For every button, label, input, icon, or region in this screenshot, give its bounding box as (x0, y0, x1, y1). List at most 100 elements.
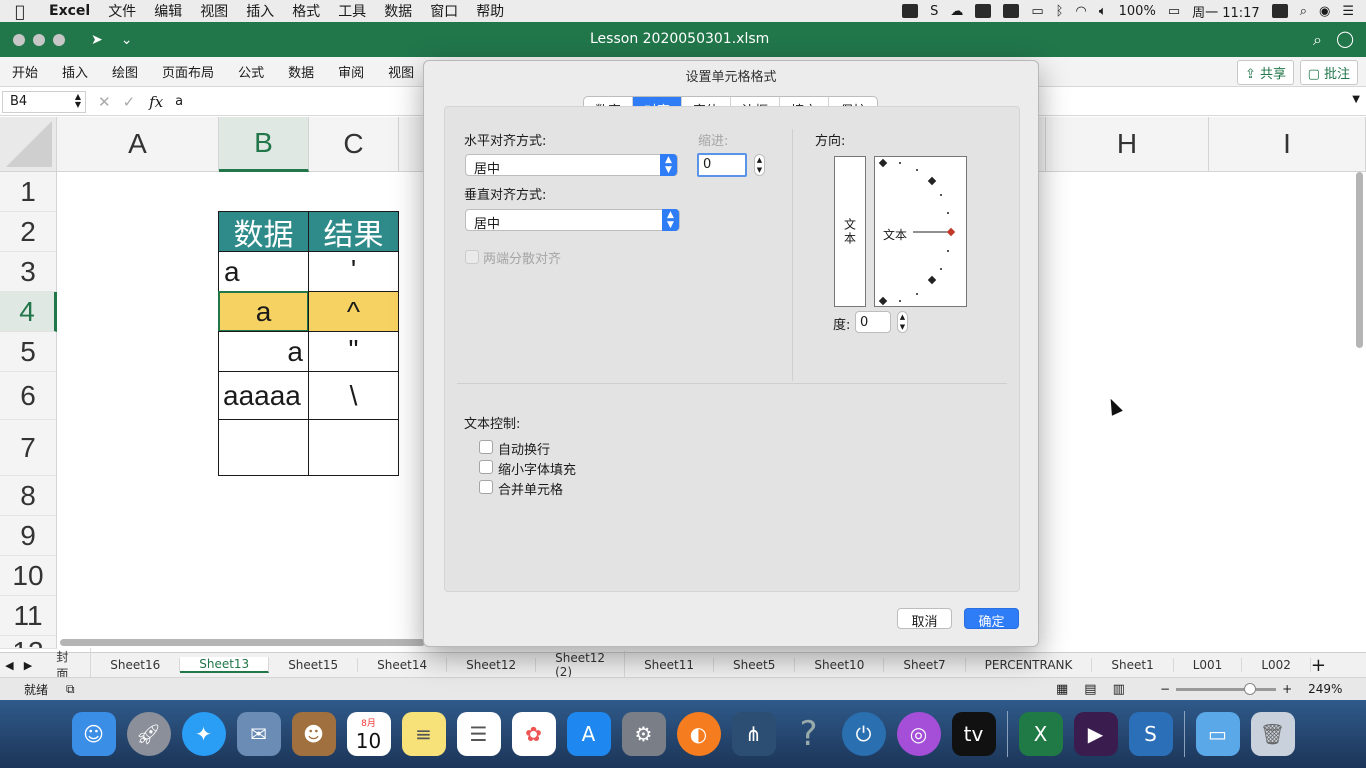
mail-icon[interactable]: ✉ (236, 712, 281, 756)
vertical-scrollbar[interactable] (1356, 172, 1363, 348)
row-header-1[interactable]: 1 (0, 172, 57, 212)
menu-app-name[interactable]: Excel (40, 3, 99, 19)
contacts-icon[interactable]: ☻ (291, 712, 336, 756)
tab-home[interactable]: 开始 (0, 62, 50, 81)
customize-toolbar-icon[interactable]: ⌄ (121, 32, 133, 48)
tab-draw[interactable]: 绘图 (100, 62, 150, 81)
notes-icon[interactable]: ≡ (401, 712, 446, 756)
column-header-h[interactable]: H (1046, 117, 1209, 172)
page-break-view-icon[interactable]: ▥ (1113, 682, 1125, 697)
cell-c5[interactable]: " (308, 331, 399, 372)
sheet-tab[interactable]: Sheet14 (358, 658, 448, 672)
page-layout-view-icon[interactable]: ▤ (1084, 682, 1096, 697)
cloud-icon[interactable]: ☁ (950, 4, 963, 19)
bluetooth-icon[interactable]: ᛒ (1056, 4, 1064, 19)
apple-tv-icon[interactable]: tv (951, 712, 996, 756)
tab-formulas[interactable]: 公式 (226, 62, 276, 81)
zoom-out-icon[interactable]: − (1160, 682, 1170, 696)
sheet-tab[interactable]: Sheet15 (269, 658, 359, 672)
cell-b6[interactable]: aaaaa (218, 371, 309, 420)
calendar-icon[interactable]: 8月 10 (346, 712, 391, 756)
sheet-tab[interactable]: L001 (1174, 658, 1243, 672)
trash-icon[interactable]: 🗑︎ (1250, 712, 1295, 756)
snagit-status-icon[interactable]: S (930, 4, 938, 19)
menu-format[interactable]: 格式 (283, 1, 329, 21)
sheet-tab[interactable]: Sheet5 (714, 658, 796, 672)
menu-view[interactable]: 视图 (191, 1, 237, 21)
add-sheet-icon[interactable]: + (1311, 655, 1326, 676)
cell-c3[interactable]: ' (308, 251, 399, 292)
search-icon[interactable]: ⌕ (1313, 30, 1322, 50)
tab-page-layout[interactable]: 页面布局 (150, 62, 226, 81)
tab-view[interactable]: 视图 (376, 62, 426, 81)
row-header-2[interactable]: 2 (0, 212, 57, 252)
airplay-icon[interactable]: ▭ (1031, 4, 1043, 19)
sheet-tab[interactable]: Sheet7 (884, 658, 966, 672)
menu-edit[interactable]: 编辑 (145, 1, 191, 21)
sheet-tab[interactable]: Sheet12 (2) (536, 651, 626, 679)
orientation-dial[interactable]: 文本 (874, 156, 967, 307)
column-header-b[interactable]: B (219, 117, 309, 172)
menu-window[interactable]: 窗口 (421, 1, 467, 21)
status-app-icon[interactable] (902, 4, 919, 18)
vertical-text-orientation-button[interactable]: 文本 (834, 156, 866, 307)
help-icon[interactable]: ? (787, 712, 831, 756)
zoom-window-button[interactable] (53, 33, 65, 46)
cell-b4-selected[interactable]: a (218, 291, 309, 332)
column-header-i[interactable]: I (1209, 117, 1366, 172)
expand-formula-bar-icon[interactable]: ▼ (1352, 94, 1360, 105)
cell-c7[interactable] (308, 419, 399, 476)
indent-stepper[interactable]: ▲ ▼ (754, 154, 765, 176)
snagit-icon[interactable]: S (1128, 712, 1173, 756)
name-box-stepper-icon[interactable]: ▲ ▼ (75, 92, 81, 109)
degrees-stepper[interactable]: ▲ ▼ (897, 311, 908, 333)
prev-sheet-icon[interactable]: ◀ (5, 659, 13, 672)
ok-button[interactable]: 确定 (964, 608, 1019, 630)
indent-input[interactable]: 0 (697, 153, 747, 177)
cell-c2-header[interactable]: 结果 (308, 211, 399, 252)
vertical-align-select[interactable]: 居中 ▲ ▼ (465, 209, 680, 232)
time-machine-icon[interactable]: ⏻ (841, 712, 886, 756)
status-s-icon[interactable] (1271, 4, 1288, 18)
video-editor-icon[interactable]: ▶ (1073, 712, 1118, 756)
apple-icon[interactable]:  (0, 2, 40, 21)
reminders-icon[interactable]: ☰ (456, 712, 501, 756)
sheet-tab[interactable]: L002 (1242, 658, 1311, 672)
cell-c6[interactable]: \ (308, 371, 399, 420)
next-sheet-icon[interactable]: ▶ (24, 659, 32, 672)
status-app-icon-2[interactable] (975, 4, 992, 18)
tab-data[interactable]: 数据 (276, 62, 326, 81)
sheet-tab[interactable]: PERCENTRANK (966, 658, 1093, 672)
sheet-tab[interactable]: Sheet10 (795, 658, 885, 672)
wifi-icon[interactable]: ◠ (1075, 4, 1086, 19)
formula-input[interactable]: a (175, 94, 183, 109)
name-box[interactable]: B4 ▲ ▼ (2, 90, 86, 113)
zoom-slider-knob[interactable] (1244, 682, 1257, 695)
spotlight-icon[interactable]: ⌕ (1300, 4, 1307, 19)
row-header-3[interactable]: 3 (0, 252, 57, 292)
column-header-c[interactable]: C (309, 117, 399, 172)
sheet-tab[interactable]: Sheet16 (91, 658, 181, 672)
notification-center-icon[interactable]: ☰ (1342, 4, 1354, 19)
cancel-entry-icon[interactable]: ✕ (98, 93, 111, 111)
row-header-4[interactable]: 4 (0, 292, 57, 332)
volume-icon[interactable]: 🔈︎ (1099, 4, 1107, 19)
siri-icon[interactable]: ◉ (1319, 4, 1330, 19)
close-window-button[interactable] (13, 33, 25, 46)
sheet-tab[interactable]: Sheet11 (625, 658, 715, 672)
tab-review[interactable]: 审阅 (326, 62, 376, 81)
zoom-in-icon[interactable]: + (1282, 682, 1292, 696)
sheet-tab[interactable]: Sheet1 (1092, 658, 1174, 672)
menu-tools[interactable]: 工具 (329, 1, 375, 21)
excel-icon[interactable]: X (1018, 712, 1063, 756)
zoom-level[interactable]: 249% (1308, 682, 1342, 696)
cell-c4[interactable]: ^ (308, 291, 399, 332)
user-account-icon[interactable]: ◯ (1336, 29, 1354, 48)
row-header-11[interactable]: 11 (0, 596, 57, 636)
app-store-icon[interactable]: A (566, 712, 611, 756)
clock[interactable]: 周一 11:17 (1192, 2, 1260, 21)
share-button[interactable]: ⇪ 共享 (1236, 60, 1294, 85)
battery-icon[interactable]: ▭ (1168, 4, 1180, 19)
mysql-workbench-icon[interactable]: ⋔ (731, 712, 776, 756)
launchpad-icon[interactable]: 🚀︎ (126, 712, 171, 756)
